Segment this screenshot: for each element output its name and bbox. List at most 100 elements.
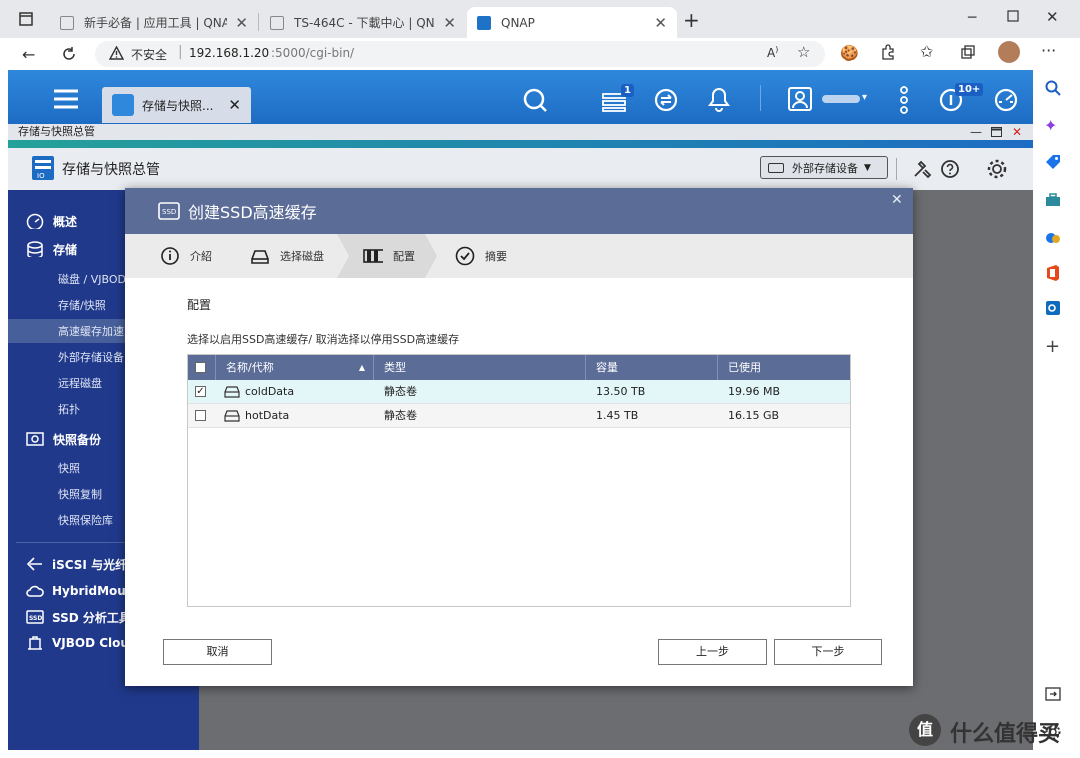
row-checkbox-checked[interactable]: ✓ — [195, 386, 206, 397]
section-title: 配置 — [187, 298, 212, 312]
window-close-icon[interactable]: ✕ — [1012, 124, 1022, 140]
external-storage-label: 外部存储设备 — [792, 161, 858, 175]
close-tab-icon[interactable]: ✕ — [443, 14, 456, 32]
office-icon[interactable] — [1045, 264, 1061, 282]
watermark-text: 什么值得买 — [950, 722, 1061, 747]
volume-name: hotData — [245, 409, 290, 422]
read-aloud-icon[interactable]: A) — [767, 45, 778, 60]
column-header-used[interactable]: 已使用 — [717, 355, 850, 380]
cancel-button[interactable]: 取消 — [163, 639, 272, 665]
close-icon[interactable]: ✕ — [891, 192, 903, 208]
sidebar-item-label: iSCSI 与光纤 — [52, 557, 128, 572]
row-checkbox[interactable] — [195, 410, 206, 421]
sidebar-item-label: 概述 — [53, 214, 78, 229]
tools-icon[interactable] — [912, 159, 932, 179]
table-row[interactable]: ✓ coldData 静态卷 13.50 TB 19.96 MB — [188, 380, 850, 404]
url-host: 192.168.1.20 — [189, 46, 270, 60]
step-label: 选择磁盘 — [280, 250, 324, 263]
ssd-icon: SSD — [158, 202, 180, 220]
tools-briefcase-icon[interactable] — [1045, 192, 1061, 208]
previous-button[interactable]: 上一步 — [658, 639, 767, 665]
qts-app-tab[interactable]: 存储与快照... ✕ — [102, 87, 251, 123]
column-header-name[interactable]: 名称/代称 ▲ — [215, 355, 373, 380]
sort-asc-icon: ▲ — [358, 363, 365, 372]
add-icon[interactable]: + — [1045, 338, 1060, 356]
select-all-checkbox[interactable] — [195, 362, 206, 373]
close-tab-icon[interactable]: ✕ — [654, 14, 667, 32]
window-minimize-icon[interactable]: — — [970, 124, 982, 140]
sidebar-item-label: 快照 — [58, 462, 80, 475]
sidebar-item-label: 快照保险库 — [58, 514, 113, 527]
more-options-icon[interactable] — [900, 86, 908, 114]
storage-app-icon — [112, 94, 134, 116]
minimize-icon[interactable]: ─ — [968, 10, 976, 26]
external-device-icon[interactable] — [653, 87, 679, 113]
maximize-icon[interactable] — [1007, 10, 1019, 22]
reload-icon[interactable] — [60, 45, 78, 63]
favorites-icon[interactable]: ✩ — [920, 42, 933, 61]
outlook-icon[interactable] — [1045, 300, 1061, 316]
external-storage-button[interactable]: 外部存储设备 ▼ — [760, 156, 888, 179]
svg-text:IO: IO — [37, 172, 45, 180]
volume-capacity: 13.50 TB — [596, 385, 646, 398]
qnap-favicon-icon — [477, 15, 491, 30]
window-title-bar: 存储与快照总管 — ✕ — [8, 124, 1033, 140]
cookie-extension-icon[interactable]: 🍪 — [840, 44, 859, 62]
window-accent-strip — [8, 140, 1033, 148]
browser-tab-label: QNAP — [501, 15, 535, 30]
tab-actions-icon[interactable] — [18, 11, 34, 27]
volume-type: 静态卷 — [384, 385, 417, 398]
tab-favicon-icon — [60, 15, 74, 30]
column-header-type[interactable]: 类型 — [373, 355, 585, 380]
close-tab-icon[interactable]: ✕ — [235, 14, 248, 32]
close-app-icon[interactable]: ✕ — [228, 96, 241, 114]
browser-tab-3[interactable]: QNAP ✕ — [467, 7, 677, 38]
back-icon[interactable]: ← — [22, 45, 35, 64]
url-field[interactable]: 不安全 | 192.168.1.20 :5000/cgi-bin/ A) ☆ — [95, 41, 825, 67]
browser-tab-2[interactable]: TS-464C - 下載中心 | QNAP ✕ — [260, 7, 466, 38]
window-title: 存储与快照总管 — [18, 125, 95, 138]
settings-more-icon[interactable]: ··· — [1041, 41, 1056, 60]
window-restore-icon[interactable] — [991, 127, 1002, 137]
config-icon — [363, 249, 383, 263]
step-label: 摘要 — [485, 250, 507, 263]
profile-avatar[interactable] — [998, 41, 1020, 63]
ssd-icon: SSD — [26, 610, 44, 624]
copilot-icon[interactable]: ✦ — [1044, 116, 1057, 135]
url-path: :5000/cgi-bin/ — [271, 46, 355, 60]
user-icon[interactable] — [788, 87, 812, 111]
extensions-icon[interactable] — [880, 44, 896, 60]
username-redacted — [822, 95, 860, 103]
disk-icon — [251, 250, 269, 264]
step-configure: 配置 — [363, 234, 415, 278]
volume-icon — [224, 386, 240, 398]
bell-icon[interactable] — [707, 86, 731, 112]
favorite-star-icon[interactable]: ☆ — [797, 43, 810, 61]
dashboard-icon — [26, 213, 44, 229]
resource-monitor-icon[interactable] — [993, 87, 1019, 113]
new-tab-icon[interactable]: + — [683, 10, 700, 30]
iscsi-icon — [26, 557, 42, 571]
step-label: 配置 — [393, 250, 415, 263]
close-window-icon[interactable]: ✕ — [1046, 8, 1059, 26]
gear-icon[interactable] — [986, 158, 1008, 180]
next-button[interactable]: 下一步 — [774, 639, 882, 665]
column-header-capacity[interactable]: 容量 — [585, 355, 717, 380]
collections-icon[interactable] — [960, 44, 976, 60]
shopping-tag-icon[interactable] — [1045, 154, 1061, 170]
sidebar-toggle-icon[interactable] — [1045, 686, 1061, 702]
update-badge: 10+ — [955, 83, 984, 96]
table-row[interactable]: hotData 静态卷 1.45 TB 16.15 GB — [188, 404, 850, 428]
help-icon[interactable] — [940, 159, 960, 179]
tab-favicon-icon — [270, 15, 284, 30]
notification-badge: 1 — [621, 84, 634, 97]
main-menu-icon[interactable] — [54, 88, 78, 110]
user-dropdown-icon[interactable]: ▾ — [862, 92, 867, 103]
browser-tab-1[interactable]: 新手必备 | 应用工具 | QNAP ✕ — [50, 7, 258, 38]
search-icon[interactable] — [522, 87, 548, 113]
games-icon[interactable] — [1045, 230, 1061, 246]
search-icon[interactable] — [1045, 80, 1061, 96]
column-label: 容量 — [596, 361, 618, 374]
step-summary: 摘要 — [455, 234, 507, 278]
sidebar-item-label: 快照备份 — [53, 432, 102, 447]
